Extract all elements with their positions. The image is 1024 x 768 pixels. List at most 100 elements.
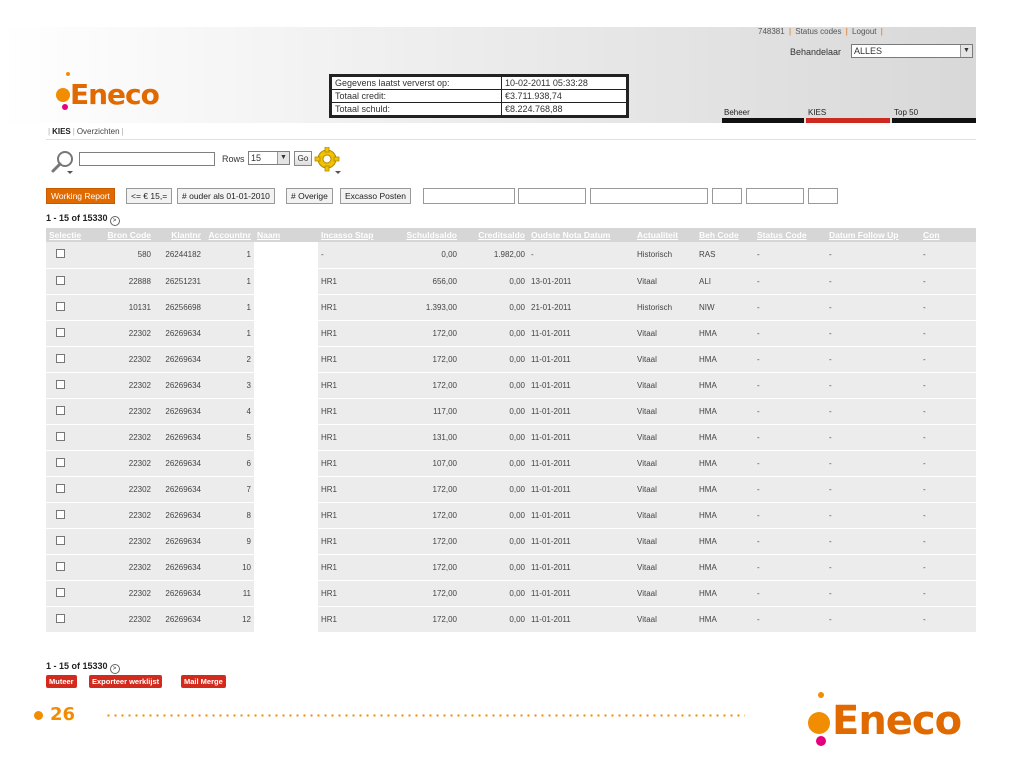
user-id: 748381 <box>758 27 785 36</box>
search-input[interactable] <box>79 152 215 166</box>
next-page-icon[interactable]: > <box>109 216 120 226</box>
table-row[interactable]: 10131 26256698 1 HR1 1.393,00 0,00 21-01-2011 H… <box>46 294 976 321</box>
column-header[interactable]: Beh Code <box>696 228 754 242</box>
filter-working-report[interactable]: Working Report <box>46 188 115 204</box>
table-cell: 131,00 <box>392 424 460 451</box>
next-page-icon[interactable]: > <box>109 664 120 674</box>
table-cell: Vitaal <box>634 372 696 399</box>
filter-slot[interactable] <box>518 188 586 204</box>
column-header[interactable]: Creditsaldo <box>460 228 528 242</box>
column-header[interactable]: Bron Code <box>96 228 154 242</box>
table-cell: - <box>920 476 976 503</box>
column-header[interactable]: Incasso Stap <box>318 228 392 242</box>
table-cell: HR1 <box>318 580 392 607</box>
table-row[interactable]: 22302 26269634 4 HR1 117,00 0,00 11-01-2011 Vit… <box>46 398 976 425</box>
dotted-divider <box>105 714 745 717</box>
table-row[interactable]: 22302 26269634 12 HR1 172,00 0,00 11-01-2011 Vi… <box>46 606 976 633</box>
info-value: €3.711.938,74 <box>501 89 627 103</box>
tab-beheer[interactable]: Beheer <box>724 108 750 117</box>
row-checkbox[interactable] <box>56 275 65 285</box>
select-cell <box>46 528 96 555</box>
info-row: Totaal credit: €3.711.938,74 <box>331 89 627 103</box>
filter-slot[interactable] <box>808 188 838 204</box>
row-checkbox[interactable] <box>56 509 65 519</box>
filter-overige[interactable]: # Overige <box>286 188 333 204</box>
column-header[interactable]: Status Code <box>754 228 826 242</box>
row-checkbox[interactable] <box>56 483 65 493</box>
row-checkbox[interactable] <box>56 587 65 597</box>
table-cell: HMA <box>696 528 754 555</box>
table-row[interactable]: 22302 26269634 1 HR1 172,00 0,00 11-01-2011 Vit… <box>46 320 976 347</box>
status-codes-link[interactable]: Status codes <box>795 27 841 36</box>
row-checkbox[interactable] <box>56 301 65 311</box>
go-button[interactable]: Go <box>294 151 312 166</box>
table-cell <box>254 554 318 581</box>
column-header[interactable]: Accountnr <box>204 228 254 242</box>
filter-slot[interactable] <box>590 188 708 204</box>
table-cell: 2 <box>204 346 254 373</box>
row-checkbox[interactable] <box>56 379 65 389</box>
table-row[interactable]: 22302 26269634 10 HR1 172,00 0,00 11-01-2011 Vi… <box>46 554 976 581</box>
row-checkbox[interactable] <box>56 249 65 259</box>
table-cell: HR1 <box>318 502 392 529</box>
table-row[interactable]: 22302 26269634 9 HR1 172,00 0,00 11-01-2011 Vit… <box>46 528 976 555</box>
behandelaar-select[interactable]: ALLES ▼ <box>851 44 973 58</box>
mail-merge-button[interactable]: Mail Merge <box>181 675 226 688</box>
table-cell: - <box>826 606 920 633</box>
table-cell: Vitaal <box>634 424 696 451</box>
table-row[interactable]: 22302 26269634 2 HR1 172,00 0,00 11-01-2011 Vit… <box>46 346 976 373</box>
table-row[interactable]: 22302 26269634 8 HR1 172,00 0,00 11-01-2011 Vit… <box>46 502 976 529</box>
row-checkbox[interactable] <box>56 431 65 441</box>
table-cell: HR1 <box>318 398 392 425</box>
table-row[interactable]: 580 26244182 1-0,00 1.982,00- Historisch RAS -… <box>46 242 976 269</box>
filter-slot[interactable] <box>423 188 515 204</box>
table-cell: 172,00 <box>392 554 460 581</box>
row-checkbox[interactable] <box>56 561 65 571</box>
row-checkbox[interactable] <box>56 353 65 363</box>
row-checkbox[interactable] <box>56 457 65 467</box>
column-header[interactable]: Selectie <box>46 228 96 242</box>
filter-slot[interactable] <box>712 188 742 204</box>
table-cell <box>254 476 318 503</box>
tab-top50[interactable]: Top 50 <box>894 108 918 117</box>
table-row[interactable]: 22888 26251231 1 HR1 656,00 0,00 13-01-2011 Vit… <box>46 268 976 295</box>
table-row[interactable]: 22302 26269634 5 HR1 131,00 0,00 11-01-2011 Vit… <box>46 424 976 451</box>
breadcrumb-kies[interactable]: KIES <box>52 127 71 136</box>
filter-slot[interactable] <box>746 188 804 204</box>
filter-le-15[interactable]: <= € 15,= <box>126 188 173 204</box>
table-row[interactable]: 22302 26269634 11 HR1 172,00 0,00 11-01-2011 Vi… <box>46 580 976 607</box>
table-cell <box>254 294 318 321</box>
column-header[interactable]: Datum Follow Up <box>826 228 920 242</box>
table-cell: 580 <box>96 242 154 269</box>
table-cell: - <box>754 398 826 425</box>
filter-excasso-posten[interactable]: Excasso Posten <box>340 188 411 204</box>
tab-kies[interactable]: KIES <box>808 108 826 117</box>
row-checkbox[interactable] <box>56 535 65 545</box>
gear-icon[interactable] <box>314 147 342 175</box>
logout-link[interactable]: Logout <box>852 27 876 36</box>
row-checkbox[interactable] <box>56 405 65 415</box>
table-row[interactable]: 22302 26269634 3 HR1 172,00 0,00 11-01-2011 Vit… <box>46 372 976 399</box>
table-row[interactable]: 22302 26269634 7 HR1 172,00 0,00 11-01-2011 Vit… <box>46 476 976 503</box>
column-header[interactable]: Con <box>920 228 976 242</box>
breadcrumb-overzichten[interactable]: Overzichten <box>77 127 120 136</box>
divider <box>46 139 976 140</box>
muteer-button[interactable]: Muteer <box>46 675 77 688</box>
table-cell: - <box>754 372 826 399</box>
column-header[interactable]: Actualiteit <box>634 228 696 242</box>
filter-ouder-als[interactable]: # ouder als 01-01-2010 <box>177 188 275 204</box>
column-header[interactable]: Oudste Nota Datum <box>528 228 634 242</box>
table-cell: - <box>826 398 920 425</box>
row-checkbox[interactable] <box>56 327 65 337</box>
table-row[interactable]: 22302 26269634 6 HR1 107,00 0,00 11-01-2011 Vit… <box>46 450 976 477</box>
search-icon[interactable] <box>50 149 76 175</box>
table-cell: 11-01-2011 <box>528 580 634 607</box>
eneco-logo: Eneco <box>56 72 170 118</box>
column-header[interactable]: Klantnr <box>154 228 204 242</box>
column-header[interactable]: Naam <box>254 228 318 242</box>
row-checkbox[interactable] <box>56 613 65 623</box>
rows-select[interactable]: 15 ▼ <box>248 151 290 165</box>
exporteer-werklijst-button[interactable]: Exporteer werklijst <box>89 675 163 688</box>
select-cell <box>46 242 96 269</box>
column-header[interactable]: Schuldsaldo <box>392 228 460 242</box>
